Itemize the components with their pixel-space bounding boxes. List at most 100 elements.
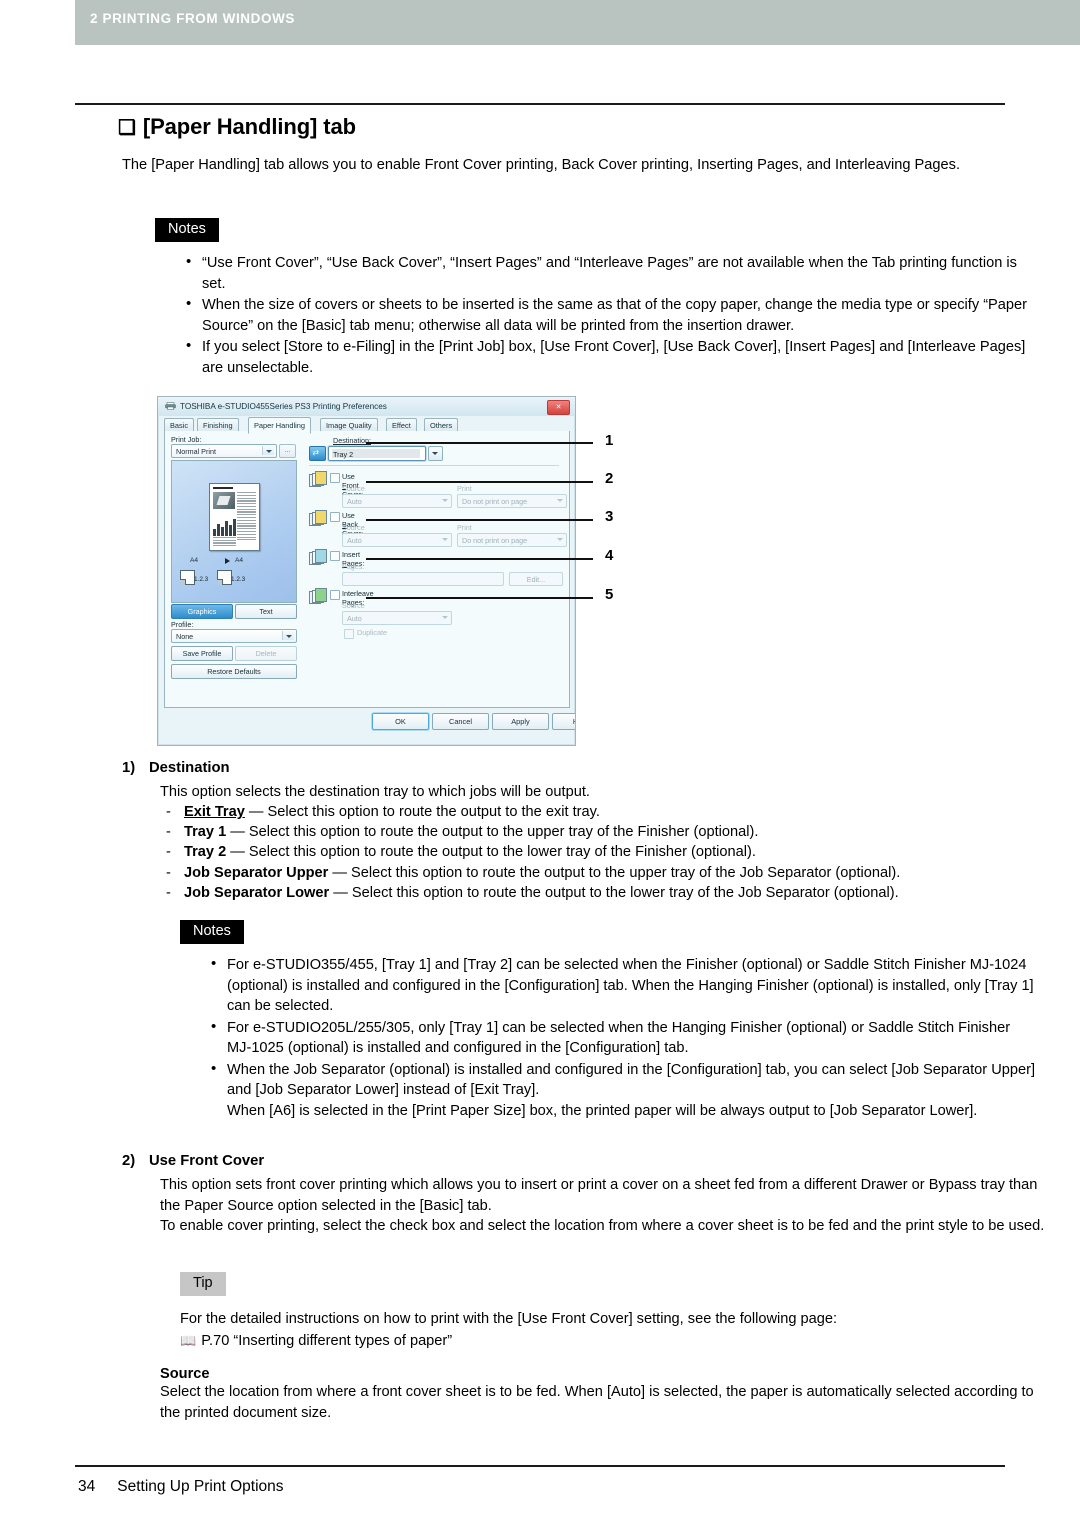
cancel-button[interactable]: Cancel — [432, 713, 489, 730]
list-item: When the Job Separator (optional) is ins… — [208, 1059, 1038, 1122]
notes-badge: Notes — [155, 218, 219, 242]
chevron-down-icon[interactable] — [282, 631, 294, 640]
running-header: 2 PRINTING FROM WINDOWS — [75, 0, 1080, 45]
list-item: Job Separator Upper — Select this option… — [160, 863, 1060, 883]
toggle-text[interactable]: Text — [235, 604, 297, 619]
source-heading: Source — [160, 1366, 210, 1382]
source-subsection: Source Select the location from where a … — [160, 1366, 1050, 1423]
page-number: 34 — [78, 1478, 96, 1495]
list-item: When the size of covers or sheets to be … — [183, 294, 1038, 336]
profile-select[interactable]: None — [171, 629, 297, 643]
back-cover-source-label: Source — [342, 523, 365, 532]
ok-button[interactable]: OK — [372, 713, 429, 730]
footer-title: Setting Up Print Options — [117, 1478, 284, 1495]
duplicate-checkbox[interactable] — [344, 629, 354, 639]
dialog-title: TOSHIBA e-STUDIO455Series PS3 Printing P… — [180, 402, 387, 411]
insert-pages-input[interactable] — [342, 572, 504, 586]
page-footer: 34 Setting Up Print Options — [78, 1478, 284, 1496]
tab-basic[interactable]: Basic — [164, 418, 195, 432]
tip-badge: Tip — [180, 1272, 226, 1296]
option-number: 1) — [122, 760, 136, 776]
insert-pages-edit-button[interactable]: Edit... — [509, 572, 563, 586]
destination-choice-list: Exit Tray — Select this option to route … — [160, 802, 1060, 903]
option-name: Use Front Cover — [149, 1153, 265, 1169]
back-cover-source-value: Auto — [347, 536, 362, 545]
option-number: 2) — [122, 1153, 136, 1169]
profile-value: None — [176, 632, 194, 641]
tab-image-quality[interactable]: Image Quality — [320, 418, 378, 432]
insert-pages-sub-label: Pages: — [342, 562, 365, 571]
interleave-source-label: Source — [342, 601, 365, 610]
option-intro: This option selects the destination tray… — [160, 784, 590, 800]
tab-paper-handling[interactable]: Paper Handling — [248, 417, 311, 434]
chevron-down-icon[interactable] — [262, 446, 274, 455]
bottom-rule — [75, 1465, 1005, 1467]
callout-number-5: 5 — [605, 586, 614, 603]
close-icon[interactable]: ✕ — [547, 400, 570, 415]
print-job-label: Print Job: — [171, 435, 202, 444]
notes-block-2: Notes For e-STUDIO355/455, [Tray 1] and … — [180, 920, 1035, 1119]
front-cover-style-value: Do not print on page — [462, 497, 528, 506]
notes-block-1: Notes “Use Front Cover”, “Use Back Cover… — [155, 218, 1027, 376]
chapter-label: 2 PRINTING FROM WINDOWS — [90, 11, 296, 26]
back-cover-source-select[interactable]: Auto — [342, 533, 452, 547]
list-item: Tray 1 — Select this option to route the… — [160, 822, 1060, 842]
tab-effect[interactable]: Effect — [386, 418, 417, 432]
preview-sheet-icon-right — [217, 570, 232, 585]
preview-document-thumbnail — [209, 483, 260, 551]
intro-paragraph: The [Paper Handling] tab allows you to e… — [122, 157, 960, 173]
callout-number-2: 2 — [605, 470, 614, 487]
restore-defaults-button[interactable]: Restore Defaults — [171, 664, 297, 679]
chevron-down-icon[interactable] — [428, 446, 443, 461]
tip-body: For the detailed instructions on how to … — [180, 1309, 1010, 1351]
duplicate-label: Duplicate — [357, 628, 387, 637]
destination-value: Tray 2 — [333, 449, 354, 459]
list-item: If you select [Store to e-Filing] in the… — [183, 336, 1038, 378]
toggle-graphics[interactable]: Graphics — [171, 604, 233, 619]
tab-others[interactable]: Others — [424, 418, 459, 432]
save-profile-button[interactable]: Save Profile — [171, 646, 233, 661]
printing-preferences-dialog[interactable]: TOSHIBA e-STUDIO455Series PS3 Printing P… — [157, 396, 576, 746]
use-back-cover-checkbox[interactable] — [330, 512, 340, 522]
profile-label: Profile: — [171, 620, 194, 629]
destination-select[interactable]: Tray 2 — [328, 446, 426, 461]
preview-order-left: 1.2.3 — [194, 576, 209, 583]
callout-leader-1 — [366, 442, 593, 444]
front-cover-source-select[interactable]: Auto — [342, 494, 452, 508]
apply-button[interactable]: Apply — [492, 713, 549, 730]
front-cover-style-select[interactable]: Do not print on page — [457, 494, 567, 508]
use-front-cover-checkbox[interactable] — [330, 473, 340, 483]
interleave-source-select[interactable]: Auto — [342, 611, 452, 625]
back-cover-style-select[interactable]: Do not print on page — [457, 533, 567, 547]
callout-number-4: 4 — [605, 547, 614, 564]
insert-pages-icon — [309, 549, 327, 565]
notes-body: “Use Front Cover”, “Use Back Cover”, “In… — [183, 252, 1038, 379]
square-bullet-icon: ❑ — [118, 117, 136, 139]
printer-icon — [165, 402, 176, 410]
tip-line-1: For the detailed instructions on how to … — [180, 1311, 838, 1327]
delete-profile-button[interactable]: Delete — [235, 646, 297, 661]
book-icon: 📖 — [180, 1332, 197, 1348]
front-cover-source-label: Source — [342, 484, 365, 493]
tab-finishing[interactable]: Finishing — [197, 418, 239, 432]
option-paragraph-1: This option sets front cover printing wh… — [160, 1177, 1038, 1214]
front-cover-icon — [309, 471, 327, 487]
top-rule — [75, 103, 1005, 105]
interleave-source-value: Auto — [347, 614, 362, 623]
tip-reference: 📖 P.70 “Inserting different types of pape… — [180, 1331, 1010, 1352]
list-item: Job Separator Lower — Select this option… — [160, 883, 1060, 903]
print-job-select[interactable]: Normal Print — [171, 444, 277, 458]
insert-pages-checkbox[interactable] — [330, 551, 340, 561]
list-item: For e-STUDIO205L/255/305, only [Tray 1] … — [208, 1017, 1038, 1059]
print-job-browse-button[interactable]: ... — [279, 444, 296, 458]
interleave-pages-checkbox[interactable] — [330, 590, 340, 600]
dialog-body: Print Job: Normal Print ... A4 A4 1.2.3 … — [164, 431, 570, 708]
back-cover-style-value: Do not print on page — [462, 536, 528, 545]
callout-number-3: 3 — [605, 508, 614, 525]
print-job-value: Normal Print — [176, 447, 216, 456]
front-cover-source-value: Auto — [347, 497, 362, 506]
help-button[interactable]: Help — [552, 713, 575, 730]
notes-body: For e-STUDIO355/455, [Tray 1] and [Tray … — [208, 954, 1038, 1122]
callout-leader-2 — [366, 481, 593, 483]
interleave-pages-icon — [309, 588, 327, 604]
